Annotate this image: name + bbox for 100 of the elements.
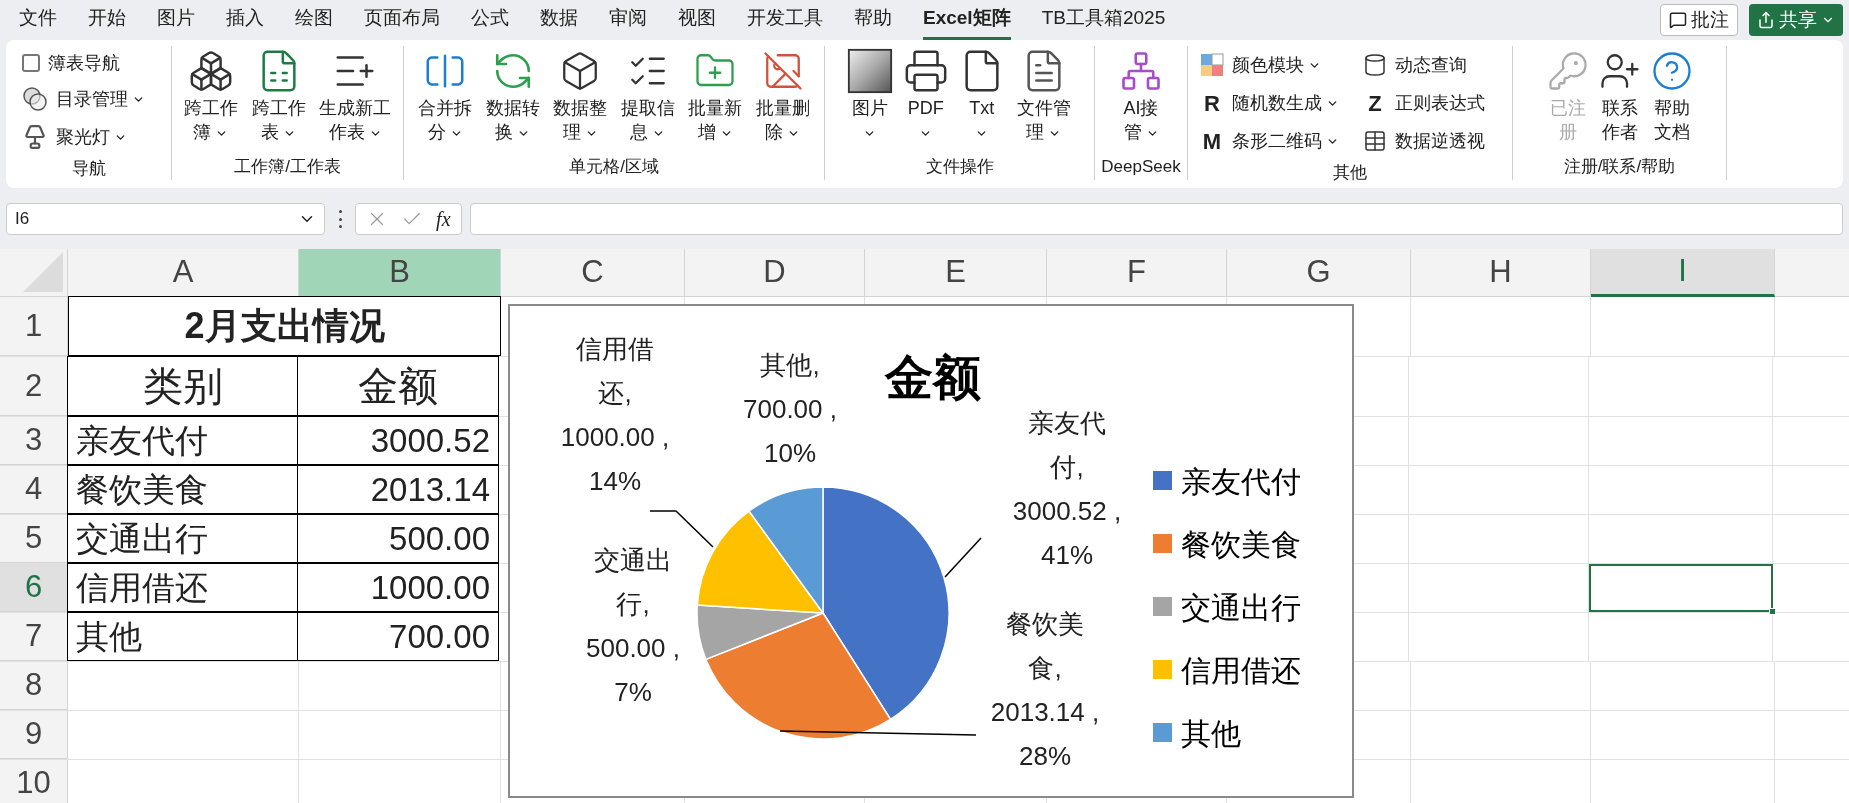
- menu-tab[interactable]: 开发工具: [747, 0, 823, 40]
- ribbon-button[interactable]: 数据转换: [483, 46, 542, 154]
- data-label-percent: 7%: [614, 676, 652, 709]
- gradient-square-icon: [846, 48, 893, 94]
- column-header[interactable]: B: [299, 249, 501, 297]
- menu-tab[interactable]: 图片: [157, 0, 195, 40]
- ribbon-button[interactable]: 跨工作表: [249, 46, 308, 154]
- ribbon-button[interactable]: Z 正则表达式: [1363, 84, 1485, 122]
- table-cell: 信用借还: [67, 563, 298, 612]
- row-header[interactable]: 4: [0, 466, 68, 514]
- row-header[interactable]: 9: [0, 711, 68, 759]
- ribbon-button[interactable]: 合并拆分: [416, 46, 474, 154]
- row-header[interactable]: 6: [0, 564, 68, 612]
- ribbon-button[interactable]: 数据整理: [551, 46, 609, 154]
- leader-line: [649, 510, 714, 548]
- cylinder-icon: [1363, 53, 1387, 77]
- ribbon-button[interactable]: R 随机数生成: [1200, 84, 1339, 122]
- data-label-category: 亲友代付,: [1027, 407, 1107, 484]
- menu-tab[interactable]: 视图: [678, 0, 716, 40]
- share-button[interactable]: 共享: [1749, 4, 1843, 36]
- legend-label: 信用借还: [1181, 654, 1301, 687]
- letter-icon: M: [1200, 124, 1224, 158]
- legend-label: 亲友代付: [1181, 465, 1301, 498]
- data-label-value: 3000.52 ,: [1012, 495, 1122, 528]
- column-header[interactable]: F: [1047, 249, 1227, 297]
- row-header[interactable]: 1: [0, 297, 68, 356]
- menu-tab[interactable]: 绘图: [295, 0, 333, 40]
- table-cell: 类别: [67, 356, 298, 416]
- row-header[interactable]: 8: [0, 662, 68, 710]
- group-title: 文件操作: [924, 156, 995, 178]
- ribbon-button[interactable]: 帮助文档: [1650, 46, 1693, 154]
- ribbon-button[interactable]: 跨工作簿: [182, 46, 240, 154]
- menu-tab[interactable]: 页面布局: [364, 0, 440, 40]
- formula-input[interactable]: [470, 203, 1843, 235]
- column-header[interactable]: C: [501, 249, 685, 297]
- row-header[interactable]: 3: [0, 417, 68, 465]
- data-label-category: 交通出行,: [593, 544, 673, 621]
- table-cell: 亲友代付: [67, 416, 298, 465]
- function-button[interactable]: fx: [436, 204, 451, 234]
- name-box[interactable]: I6: [6, 203, 325, 235]
- table-cell: 2月支出情况: [68, 296, 501, 356]
- ribbon-button[interactable]: 批量新增: [686, 46, 745, 154]
- menu-tab[interactable]: 审阅: [609, 0, 647, 40]
- data-label-value: 500.00 ,: [586, 632, 680, 665]
- network-icon: [1120, 50, 1162, 92]
- group-title: 导航: [70, 158, 107, 180]
- menu-tab[interactable]: 开始: [88, 0, 126, 40]
- menu-tab[interactable]: 数据: [540, 0, 578, 40]
- legend-swatch: [1153, 534, 1172, 553]
- group-title: 其他: [1332, 162, 1368, 184]
- table-cell: 500.00: [297, 514, 499, 563]
- column-header[interactable]: D: [685, 249, 865, 297]
- menu-tab[interactable]: TB工具箱2025: [1041, 0, 1166, 40]
- menu-tab[interactable]: 文件: [19, 0, 57, 40]
- checkbox[interactable]: [22, 54, 40, 72]
- table-cell: 3000.52: [297, 416, 499, 465]
- group-title: DeepSeek: [1100, 156, 1182, 178]
- row-header[interactable]: 7: [0, 613, 68, 661]
- speech-bubble-icon: [1669, 11, 1687, 29]
- menu-tab[interactable]: 帮助: [854, 0, 892, 40]
- checkbox-label: 簿表导航: [48, 51, 120, 75]
- column-header[interactable]: G: [1227, 249, 1411, 297]
- ribbon-button[interactable]: 聚光灯: [22, 118, 155, 156]
- ribbon-button[interactable]: 联系作者: [1598, 46, 1641, 154]
- ribbon-button[interactable]: AI接管: [1119, 46, 1163, 154]
- table-cell: 其他: [67, 612, 298, 661]
- ribbon-button[interactable]: 目录管理: [22, 80, 155, 118]
- row-header[interactable]: 2: [0, 357, 68, 416]
- legend-swatch: [1153, 597, 1172, 616]
- legend-label: 餐饮美食: [1181, 528, 1301, 561]
- group-title: 单元格/区域: [568, 156, 660, 178]
- row-header[interactable]: 5: [0, 515, 68, 563]
- comment-button[interactable]: 批注: [1660, 4, 1738, 36]
- ribbon-button[interactable]: 批量删除: [754, 46, 812, 154]
- group-title: 注册/联系/帮助: [1562, 156, 1677, 178]
- ribbon-button[interactable]: 生成新工作表: [317, 46, 393, 154]
- legend-swatch: [1153, 723, 1172, 742]
- data-label-percent: 41%: [1040, 539, 1093, 572]
- data-label-value: 1000.00 ,: [560, 421, 670, 454]
- menu-tab[interactable]: 插入: [226, 0, 264, 40]
- ribbon-button[interactable]: PDF: [902, 46, 949, 154]
- table-icon: [1363, 129, 1387, 153]
- active-cell[interactable]: [1589, 564, 1773, 612]
- menu-tab[interactable]: 公式: [471, 0, 509, 40]
- ribbon-button[interactable]: 文件管理: [1014, 46, 1073, 154]
- column-header[interactable]: E: [865, 249, 1047, 297]
- ribbon-button[interactable]: Txt: [958, 46, 1005, 154]
- legend-swatch: [1153, 660, 1172, 679]
- ribbon-button[interactable]: 图片: [846, 46, 893, 154]
- ribbon-button[interactable]: 颜色模块: [1200, 46, 1339, 84]
- ribbon-button[interactable]: 动态查询: [1363, 46, 1485, 84]
- ribbon-button[interactable]: 数据逆透视: [1363, 122, 1485, 160]
- ribbon-button[interactable]: 提取信息: [619, 46, 677, 154]
- table-cell: 金额: [297, 356, 499, 416]
- row-header[interactable]: 10: [0, 760, 68, 803]
- more-icon[interactable]: [337, 210, 343, 228]
- ribbon-button[interactable]: M 条形二维码: [1200, 122, 1339, 160]
- table-cell: 交通出行: [67, 514, 298, 563]
- column-header[interactable]: I: [1591, 249, 1775, 297]
- letter-icon: Z: [1363, 86, 1387, 120]
